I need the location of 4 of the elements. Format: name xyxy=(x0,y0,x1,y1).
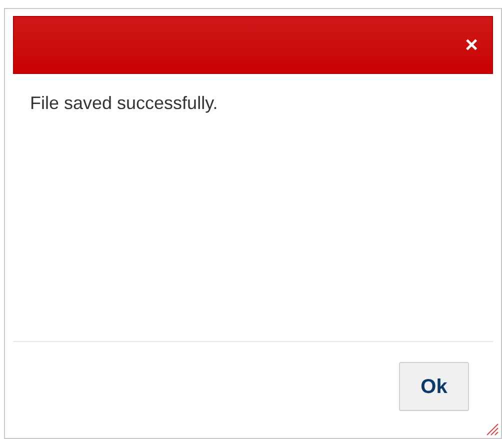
ok-button[interactable]: Ok xyxy=(399,362,469,411)
message-text: File saved successfully. xyxy=(30,92,219,115)
resize-grip-icon[interactable] xyxy=(485,422,499,436)
close-button[interactable]: × xyxy=(465,34,478,56)
